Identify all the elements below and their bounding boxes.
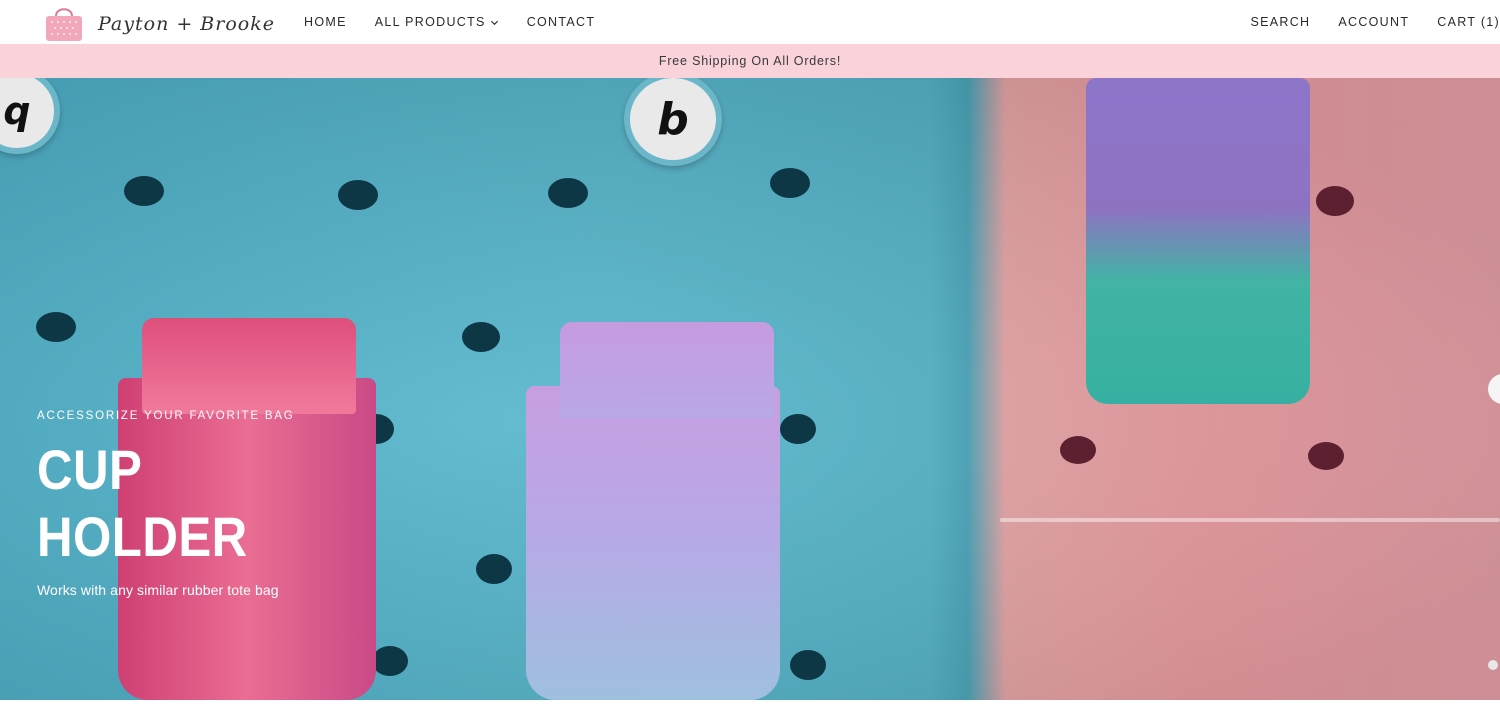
lavender-cup-holder <box>526 386 780 700</box>
tote-bag-icon <box>46 8 82 41</box>
account-link[interactable]: ACCOUNT <box>1338 15 1409 29</box>
peg-hole <box>462 322 500 352</box>
peg-hole <box>780 414 816 444</box>
hero-title: CUP HOLDER <box>37 436 266 570</box>
hero-content: ACCESSORIZE YOUR FAVORITE BAG CUP HOLDER… <box>37 410 297 598</box>
peg-hole <box>770 168 810 198</box>
peg-hole <box>36 312 76 342</box>
peg-hole <box>1316 186 1354 216</box>
chevron-down-icon <box>490 20 498 25</box>
announcement-bar: Free Shipping On All Orders! <box>0 44 1500 78</box>
hero-slideshow: q b ACCESSORIZE YOUR FAVORITE BAG CUP HO… <box>0 78 1500 700</box>
peg-hole <box>476 554 512 584</box>
main-nav: HOME ALL PRODUCTS CONTACT <box>304 0 623 44</box>
peg-hole <box>1060 436 1096 464</box>
nav-all-products-label: ALL PRODUCTS <box>374 15 486 29</box>
cart-link[interactable]: CART (1) <box>1437 15 1500 29</box>
peg-hole <box>790 650 826 680</box>
peg-hole <box>124 176 164 206</box>
peg-hole <box>372 646 408 676</box>
utility-nav: SEARCH ACCOUNT CART (1) <box>1222 0 1500 44</box>
search-link[interactable]: SEARCH <box>1250 15 1310 29</box>
peg-hole <box>338 180 378 210</box>
hero-title-line-1: CUP <box>37 438 143 501</box>
hero-subtitle: Works with any similar rubber tote bag <box>37 582 279 598</box>
peg-hole <box>1308 442 1344 470</box>
nav-all-products[interactable]: ALL PRODUCTS <box>375 15 499 29</box>
site-header: Payton + Brooke HOME ALL PRODUCTS CONTAC… <box>0 0 1500 44</box>
gradient-cup-holder <box>1086 78 1310 404</box>
slider-dot[interactable] <box>1488 660 1498 670</box>
hero-eyebrow: ACCESSORIZE YOUR FAVORITE BAG <box>37 410 295 422</box>
logo-wordmark: Payton + Brooke <box>98 13 275 35</box>
peg-hole <box>548 178 588 208</box>
nav-home[interactable]: HOME <box>304 15 347 29</box>
nav-contact[interactable]: CONTACT <box>527 15 596 29</box>
hero-title-line-2: HOLDER <box>37 505 248 568</box>
logo[interactable]: Payton + Brooke <box>42 4 275 42</box>
